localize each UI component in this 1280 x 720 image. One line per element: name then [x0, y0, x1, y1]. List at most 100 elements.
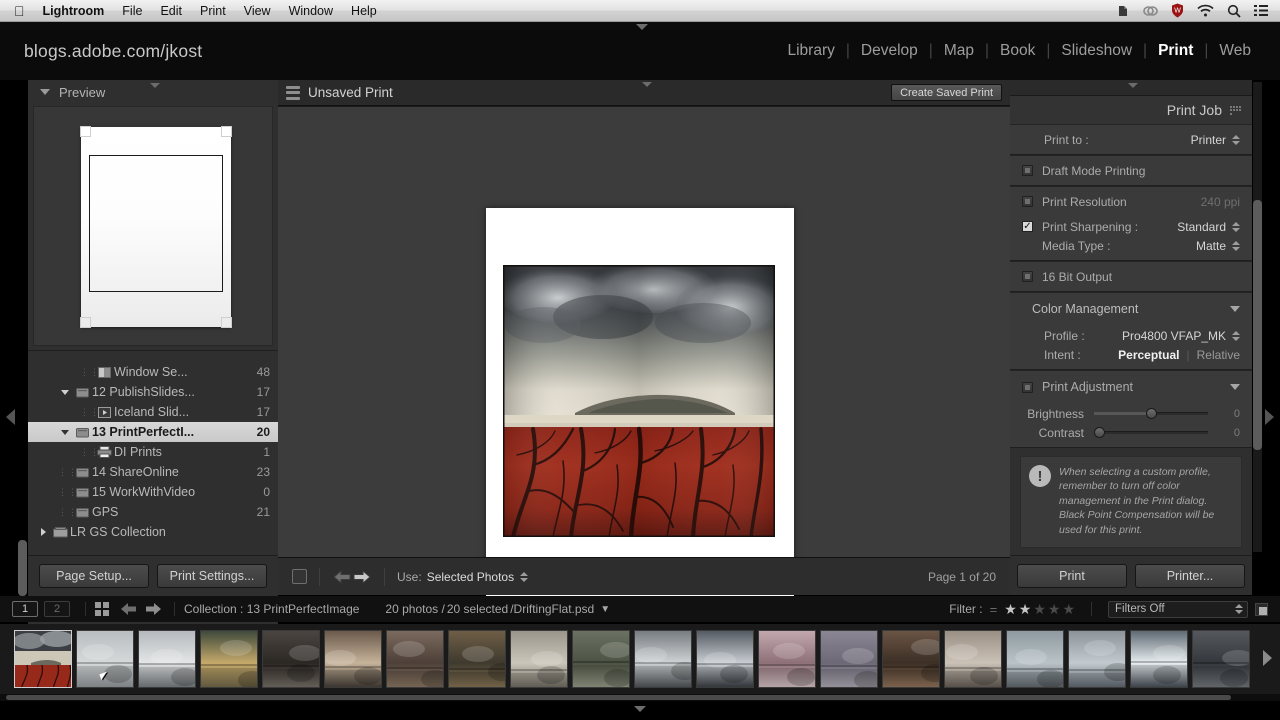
media-type-row[interactable]: Media Type : Matte — [1010, 236, 1252, 255]
wifi-icon[interactable] — [1197, 4, 1214, 17]
filmstrip-thumbnail[interactable] — [138, 630, 196, 688]
menu-window[interactable]: Window — [289, 4, 333, 18]
filmstrip-thumbnail[interactable] — [634, 630, 692, 688]
filmstrip-thumbnail[interactable] — [448, 630, 506, 688]
print-to-stepper-icon[interactable] — [1232, 134, 1240, 145]
chevron-down-icon[interactable] — [1230, 306, 1240, 312]
draft-mode-checkbox[interactable] — [1022, 165, 1033, 176]
current-filename[interactable]: /DriftingFlat.psd — [510, 602, 594, 616]
filmstrip-thumbnail[interactable] — [572, 630, 630, 688]
slider-knob[interactable] — [1094, 427, 1105, 438]
print-job-panel-header[interactable]: Print Job — [1010, 96, 1252, 124]
star-1-icon[interactable]: ★ — [1004, 602, 1017, 616]
media-type-stepper-icon[interactable] — [1232, 240, 1240, 251]
show-guides-toggle[interactable] — [292, 569, 307, 584]
filmstrip[interactable] — [0, 624, 1280, 694]
filter-preset-dropdown[interactable]: Filters Off — [1108, 600, 1248, 618]
collection-row-15-workwithvideo[interactable]: ⋮⋮ 15 WorkWithVideo 0 — [28, 482, 278, 502]
contrast-row[interactable]: Contrast 0 — [1010, 423, 1252, 442]
contrast-slider[interactable] — [1094, 427, 1208, 439]
print-sharpening-checkbox[interactable] — [1022, 221, 1033, 232]
identity-plate[interactable]: blogs.adobe.com/jkost — [24, 41, 202, 62]
print-sharpening-stepper-icon[interactable] — [1232, 221, 1240, 232]
create-saved-print-button[interactable]: Create Saved Print — [891, 84, 1002, 101]
module-slideshow[interactable]: Slideshow — [1050, 42, 1143, 60]
shield-icon[interactable]: W — [1171, 3, 1184, 18]
previous-page-icon[interactable] — [332, 569, 352, 584]
bit-output-row[interactable]: 16 Bit Output — [1010, 267, 1252, 286]
left-panel-scrollbar[interactable] — [18, 540, 27, 596]
module-develop[interactable]: Develop — [850, 42, 929, 60]
print-adjustment-checkbox[interactable] — [1022, 381, 1033, 393]
collection-row-12-publishslides[interactable]: 12 PublishSlides... 17 — [28, 382, 278, 402]
grid-view-icon[interactable] — [95, 602, 109, 616]
collection-row-14-shareonline[interactable]: ⋮⋮ 14 ShareOnline 23 — [28, 462, 278, 482]
left-panel-toggle-caret[interactable] — [150, 83, 160, 88]
module-library[interactable]: Library — [776, 42, 845, 60]
top-panel-toggle-caret[interactable] — [636, 24, 648, 30]
filter-toggle-icon[interactable] — [1255, 602, 1268, 616]
show-right-panel-icon[interactable] — [1265, 409, 1274, 425]
chevron-right-icon[interactable] — [36, 528, 50, 536]
filmstrip-thumbnail[interactable] — [882, 630, 940, 688]
next-page-icon[interactable] — [352, 569, 372, 584]
filmstrip-thumbnail[interactable] — [758, 630, 816, 688]
evernote-icon[interactable] — [1116, 4, 1130, 18]
module-print[interactable]: Print — [1147, 42, 1204, 60]
filmstrip-thumbnail[interactable] — [262, 630, 320, 688]
module-map[interactable]: Map — [933, 42, 985, 60]
star-rating-filter[interactable]: ★ ★ ★ ★ ★ — [1004, 602, 1075, 616]
collection-row-iceland-slid[interactable]: ⋮⋮ Iceland Slid... 17 — [28, 402, 278, 422]
print-resolution-row[interactable]: Print Resolution 240 ppi — [1010, 192, 1252, 211]
filter-stepper-icon[interactable] — [1235, 604, 1243, 614]
filter-equals-icon[interactable]: = — [990, 602, 998, 617]
star-5-icon[interactable]: ★ — [1062, 602, 1075, 616]
print-sharpening-value[interactable]: Standard — [1177, 220, 1226, 234]
filmstrip-thumbnail[interactable] — [1192, 630, 1250, 688]
filmstrip-thumbnail[interactable] — [944, 630, 1002, 688]
module-book[interactable]: Book — [989, 42, 1046, 60]
screen-1-button[interactable]: 1 — [12, 601, 38, 617]
menu-file[interactable]: File — [122, 4, 142, 18]
filmstrip-thumbnail[interactable] — [386, 630, 444, 688]
brightness-row[interactable]: Brightness 0 — [1010, 404, 1252, 423]
collection-row-lr-gs-collection[interactable]: LR GS Collection — [28, 522, 278, 542]
right-panel-scrollbar[interactable] — [1253, 200, 1262, 450]
slider-knob[interactable] — [1146, 408, 1157, 419]
filmstrip-thumbnail[interactable] — [1130, 630, 1188, 688]
go-back-icon[interactable] — [120, 602, 138, 616]
collection-row-di-prints[interactable]: ⋮⋮ DI Prints 1 — [28, 442, 278, 462]
chevron-down-icon[interactable] — [58, 389, 72, 395]
filmstrip-thumbnail[interactable] — [200, 630, 258, 688]
intent-perceptual[interactable]: Perceptual — [1118, 348, 1179, 362]
brightness-slider[interactable] — [1094, 408, 1208, 420]
star-4-icon[interactable]: ★ — [1048, 602, 1061, 616]
print-adjustment-header[interactable]: Print Adjustment — [1010, 376, 1252, 398]
menu-lightroom[interactable]: Lightroom — [43, 4, 105, 18]
filmstrip-thumbnail[interactable] — [1006, 630, 1064, 688]
print-canvas[interactable] — [278, 107, 1010, 608]
collection-row-gps[interactable]: ⋮⋮ GPS 21 — [28, 502, 278, 522]
print-sharpening-row[interactable]: Print Sharpening : Standard — [1010, 217, 1252, 236]
bit-output-checkbox[interactable] — [1022, 271, 1033, 282]
filmstrip-scrollbar[interactable] — [0, 694, 1280, 701]
center-top-caret[interactable] — [642, 82, 652, 87]
profile-stepper-icon[interactable] — [1232, 330, 1240, 341]
filmstrip-thumbnail[interactable] — [14, 630, 72, 688]
print-resolution-value[interactable]: 240 ppi — [1201, 195, 1240, 209]
page-setup-button[interactable]: Page Setup... — [39, 563, 149, 588]
draft-mode-row[interactable]: Draft Mode Printing — [1010, 161, 1252, 180]
right-panel-toggle-caret[interactable] — [1128, 83, 1138, 88]
filmstrip-thumbnail[interactable] — [76, 630, 134, 688]
star-3-icon[interactable]: ★ — [1033, 602, 1046, 616]
filmstrip-next-icon[interactable] — [1263, 650, 1272, 666]
menu-edit[interactable]: Edit — [160, 4, 182, 18]
color-management-header[interactable]: Color Management — [1010, 298, 1252, 320]
print-to-value[interactable]: Printer — [1191, 133, 1226, 147]
screen-2-button[interactable]: 2 — [44, 601, 70, 617]
use-stepper-icon[interactable] — [520, 571, 529, 582]
go-forward-icon[interactable] — [144, 602, 162, 616]
use-photos-dropdown[interactable]: Selected Photos — [427, 570, 514, 584]
apple-logo-icon[interactable]:  — [14, 4, 25, 18]
creative-cloud-icon[interactable] — [1143, 4, 1158, 18]
